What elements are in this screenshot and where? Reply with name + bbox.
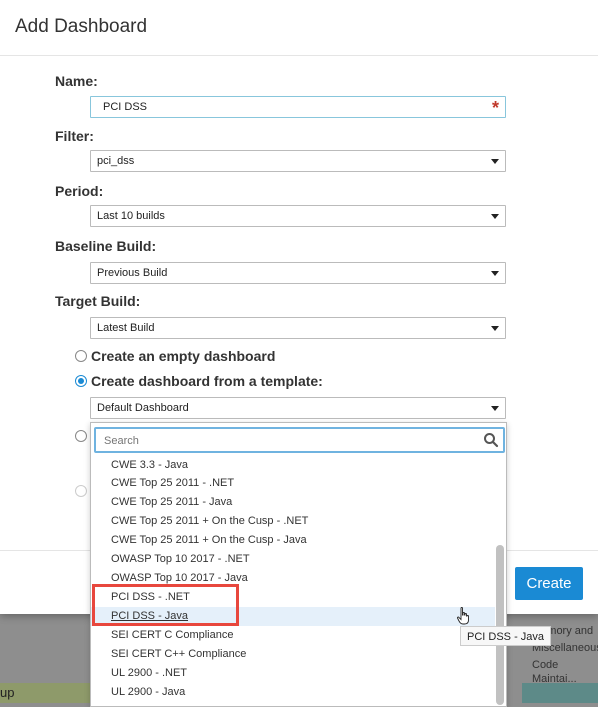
list-item[interactable]: CWE Top 25 2011 - Java: [91, 493, 495, 512]
create-button[interactable]: Create: [515, 567, 583, 600]
template-value: Default Dashboard: [97, 402, 189, 414]
template-dashboard-label: Create dashboard from a template:: [91, 373, 323, 389]
empty-dashboard-label: Create an empty dashboard: [91, 348, 276, 364]
required-icon: *: [491, 98, 499, 118]
background-strip-right: [522, 683, 598, 703]
list-item[interactable]: CWE Top 25 2011 - .NET: [91, 474, 495, 493]
background-text-3: Code Maintai...: [532, 659, 577, 685]
filter-value: pci_dss: [97, 155, 135, 167]
empty-dashboard-radio[interactable]: [75, 350, 87, 362]
title-divider: [0, 55, 598, 56]
chevron-down-icon: [491, 271, 499, 276]
list-item[interactable]: SEI CERT C++ Compliance: [91, 645, 495, 664]
chevron-down-icon: [491, 326, 499, 331]
list-item[interactable]: CWE 3.3 - Java: [91, 456, 495, 475]
filter-label: Filter:: [55, 128, 94, 144]
baseline-build-select[interactable]: Previous Build: [90, 262, 506, 284]
name-label: Name:: [55, 73, 98, 89]
list-item[interactable]: CWE Top 25 2011 + On the Cusp - Java: [91, 531, 495, 550]
template-dashboard-radio[interactable]: [75, 375, 87, 387]
period-label: Period:: [55, 183, 104, 199]
template-select[interactable]: Default Dashboard: [90, 397, 506, 419]
name-field[interactable]: PCI DSS *: [90, 96, 506, 118]
search-input[interactable]: [102, 432, 476, 450]
chevron-down-icon: [491, 406, 499, 411]
filter-select[interactable]: pci_dss: [90, 150, 506, 172]
option-radio-4[interactable]: [75, 485, 87, 497]
dialog-title: Add Dashboard: [15, 16, 148, 37]
target-build-label: Target Build:: [55, 293, 141, 309]
baseline-build-label: Baseline Build:: [55, 238, 157, 254]
baseline-build-value: Previous Build: [97, 267, 168, 279]
highlight-annotation: [92, 584, 239, 626]
chevron-down-icon: [491, 214, 499, 219]
list-item[interactable]: UL 2900 - Java: [91, 683, 495, 702]
list-item[interactable]: UL 2900 - .NET: [91, 664, 495, 683]
list-item[interactable]: OWASP Top 10 2017 - .NET: [91, 550, 495, 569]
name-value: PCI DSS: [103, 101, 148, 113]
search-box[interactable]: [94, 427, 505, 453]
tooltip: PCI DSS - Java: [460, 626, 552, 646]
target-build-select[interactable]: Latest Build: [90, 317, 506, 339]
search-icon: [484, 433, 499, 448]
chevron-down-icon: [491, 159, 499, 164]
list-item[interactable]: CWE Top 25 2011 + On the Cusp - .NET: [91, 512, 495, 531]
scrollbar-thumb[interactable]: [496, 545, 504, 705]
period-value: Last 10 builds: [97, 210, 165, 222]
target-build-value: Latest Build: [97, 322, 155, 334]
hand-cursor-icon: [457, 607, 469, 625]
option-radio-3[interactable]: [75, 430, 87, 442]
list-item[interactable]: SEI CERT C Compliance: [91, 626, 495, 645]
period-select[interactable]: Last 10 builds: [90, 205, 506, 227]
background-strip-text: up: [0, 685, 15, 700]
background-strip-left: up: [0, 683, 90, 703]
template-dropdown: CWE 3.3 - Java CWE Top 25 2011 - .NET CW…: [90, 422, 507, 707]
